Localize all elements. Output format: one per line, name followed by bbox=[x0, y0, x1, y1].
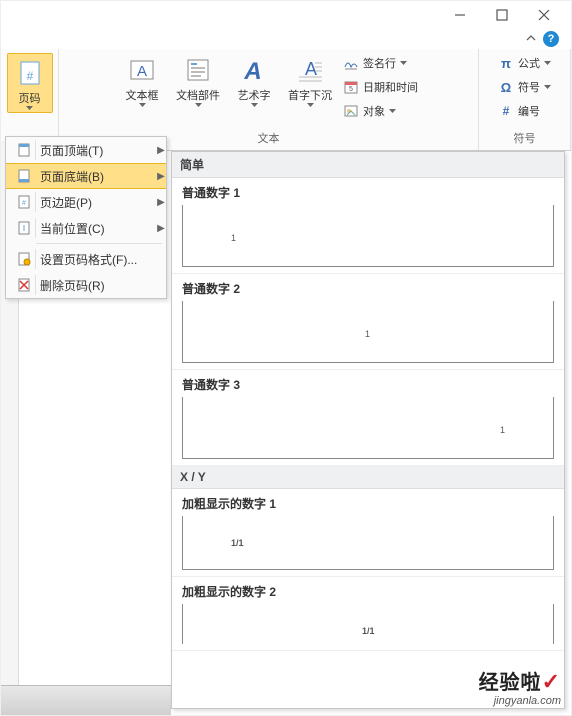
date-time-button[interactable]: 5 日期和时间 bbox=[343, 77, 418, 97]
page-number-button[interactable]: # 页码 bbox=[7, 53, 53, 113]
preview-bold-1: 1/1 bbox=[182, 516, 554, 570]
ribbon-collapse-icon[interactable] bbox=[525, 33, 537, 45]
chevron-down-icon bbox=[389, 109, 396, 113]
svg-text:5: 5 bbox=[349, 86, 353, 93]
submenu-arrow-icon: ▶ bbox=[156, 171, 166, 182]
gallery-item-plain-1[interactable]: 普通数字 1 1 bbox=[172, 178, 564, 274]
current-position-icon bbox=[12, 218, 36, 238]
wordart-label: 艺术字 bbox=[238, 89, 271, 103]
wordart-button[interactable]: A 艺术字 bbox=[231, 53, 277, 107]
page-number-gallery: 简单 普通数字 1 1 普通数字 2 1 普通数字 3 1 X / Y 加粗显示… bbox=[171, 151, 565, 709]
maximize-button[interactable] bbox=[495, 8, 509, 22]
formula-button[interactable]: π 公式 bbox=[498, 53, 551, 73]
parts-icon bbox=[181, 53, 215, 87]
symbol-button[interactable]: Ω 符号 bbox=[498, 77, 551, 97]
submenu-arrow-icon: ▶ bbox=[156, 145, 166, 156]
chevron-down-icon bbox=[544, 61, 551, 65]
preview-plain-1: 1 bbox=[182, 205, 554, 267]
bottom-bar-stub bbox=[1, 685, 171, 715]
preview-bold-2: 1/1 bbox=[182, 604, 554, 644]
dropcap-label: 首字下沉 bbox=[288, 89, 332, 103]
svg-text:#: # bbox=[26, 69, 33, 83]
menu-page-top[interactable]: 页面顶端(T) ▶ bbox=[6, 137, 166, 163]
menu-current-position[interactable]: 当前位置(C) ▶ bbox=[6, 215, 166, 241]
help-row: ? bbox=[1, 29, 571, 49]
help-icon[interactable]: ? bbox=[543, 31, 559, 47]
dropcap-icon: A bbox=[293, 53, 327, 87]
gallery-item-plain-3[interactable]: 普通数字 3 1 bbox=[172, 370, 564, 466]
chevron-down-icon bbox=[544, 85, 551, 89]
textbox-label: 文本框 bbox=[126, 89, 159, 103]
preview-plain-3: 1 bbox=[182, 397, 554, 459]
format-icon bbox=[12, 249, 36, 269]
watermark: 经验啦✓ jingyanla.com bbox=[479, 666, 561, 707]
gallery-header-xy: X / Y bbox=[172, 466, 564, 489]
menu-separator bbox=[36, 243, 162, 244]
chevron-down-icon bbox=[195, 103, 202, 107]
object-button[interactable]: 对象 bbox=[343, 101, 418, 121]
remove-icon bbox=[12, 275, 36, 295]
page-number-menu: 页面顶端(T) ▶ 页面底端(B) ▶ # 页边距(P) ▶ 当前位置(C) ▶… bbox=[5, 136, 167, 299]
gallery-item-bold-1[interactable]: 加粗显示的数字 1 1/1 bbox=[172, 489, 564, 577]
group-text-label: 文本 bbox=[258, 130, 280, 148]
preview-plain-2: 1 bbox=[182, 301, 554, 363]
parts-label: 文档部件 bbox=[176, 89, 220, 103]
menu-page-bottom[interactable]: 页面底端(B) ▶ bbox=[6, 163, 166, 189]
textbox-icon: A bbox=[125, 53, 159, 87]
calendar-icon: 5 bbox=[343, 79, 359, 95]
gallery-header-simple: 简单 bbox=[172, 152, 564, 178]
omega-icon: Ω bbox=[498, 79, 514, 95]
signature-icon bbox=[343, 55, 359, 71]
page-top-icon bbox=[12, 140, 36, 160]
page-number-icon: # bbox=[13, 56, 47, 90]
chevron-down-icon bbox=[400, 61, 407, 65]
wordart-icon: A bbox=[237, 53, 271, 87]
pi-icon: π bbox=[498, 55, 514, 71]
close-button[interactable] bbox=[537, 8, 551, 22]
submenu-arrow-icon: ▶ bbox=[156, 197, 166, 208]
chevron-down-icon bbox=[307, 103, 314, 107]
svg-text:A: A bbox=[305, 59, 317, 79]
page-bottom-icon bbox=[12, 166, 36, 186]
dropcap-button[interactable]: A 首字下沉 bbox=[287, 53, 333, 107]
group-symbol-label: 符号 bbox=[514, 130, 536, 148]
gallery-item-bold-2[interactable]: 加粗显示的数字 2 1/1 bbox=[172, 577, 564, 651]
svg-text:A: A bbox=[243, 58, 261, 85]
menu-page-margin[interactable]: # 页边距(P) ▶ bbox=[6, 189, 166, 215]
object-icon bbox=[343, 103, 359, 119]
submenu-arrow-icon: ▶ bbox=[156, 223, 166, 234]
gallery-item-plain-2[interactable]: 普通数字 2 1 bbox=[172, 274, 564, 370]
textbox-button[interactable]: A 文本框 bbox=[119, 53, 165, 107]
window-titlebar bbox=[1, 1, 571, 29]
numbering-button[interactable]: # 编号 bbox=[498, 101, 551, 121]
chevron-down-icon bbox=[139, 103, 146, 107]
chevron-down-icon bbox=[26, 106, 33, 110]
parts-button[interactable]: 文档部件 bbox=[175, 53, 221, 107]
menu-format-page-number[interactable]: 设置页码格式(F)... bbox=[6, 246, 166, 272]
svg-text:A: A bbox=[137, 63, 147, 80]
signature-line-button[interactable]: 签名行 bbox=[343, 53, 418, 73]
menu-remove-page-number[interactable]: 删除页码(R) bbox=[6, 272, 166, 298]
checkmark-icon: ✓ bbox=[542, 669, 561, 694]
page-margin-icon: # bbox=[12, 192, 36, 212]
chevron-down-icon bbox=[251, 103, 258, 107]
hash-icon: # bbox=[498, 103, 514, 119]
svg-text:#: # bbox=[22, 200, 26, 207]
page-number-label: 页码 bbox=[19, 92, 41, 106]
minimize-button[interactable] bbox=[453, 8, 467, 22]
